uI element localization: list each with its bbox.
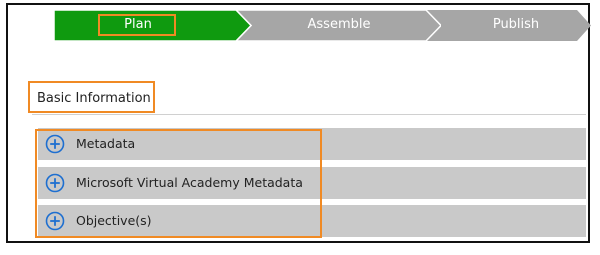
section-heading: Basic Information xyxy=(37,91,151,106)
plus-circle-icon[interactable] xyxy=(45,211,65,231)
accordion-item-metadata[interactable]: Metadata xyxy=(38,128,586,160)
accordion-item-mva-metadata[interactable]: Microsoft Virtual Academy Metadata xyxy=(38,167,586,199)
wizard-step-plan[interactable]: Plan xyxy=(54,10,254,41)
wizard-step-assemble-label: Assemble xyxy=(307,17,371,32)
wizard-steps: Publish Assemble Plan xyxy=(54,10,591,41)
section-divider xyxy=(32,114,586,115)
wizard-step-plan-label: Plan xyxy=(124,17,152,32)
wizard-step-publish[interactable]: Publish xyxy=(416,10,591,41)
accordion-item-label: Microsoft Virtual Academy Metadata xyxy=(76,175,303,190)
accordion-item-objectives[interactable]: Objective(s) xyxy=(38,205,586,237)
accordion-item-label: Objective(s) xyxy=(76,213,152,228)
plus-circle-icon[interactable] xyxy=(45,173,65,193)
content-frame: Publish Assemble Plan Basic Information … xyxy=(6,3,591,243)
wizard-step-assemble[interactable]: Assemble xyxy=(236,10,441,41)
plus-circle-icon[interactable] xyxy=(45,134,65,154)
accordion-item-label: Metadata xyxy=(76,136,136,151)
wizard-step-publish-label: Publish xyxy=(492,17,540,32)
